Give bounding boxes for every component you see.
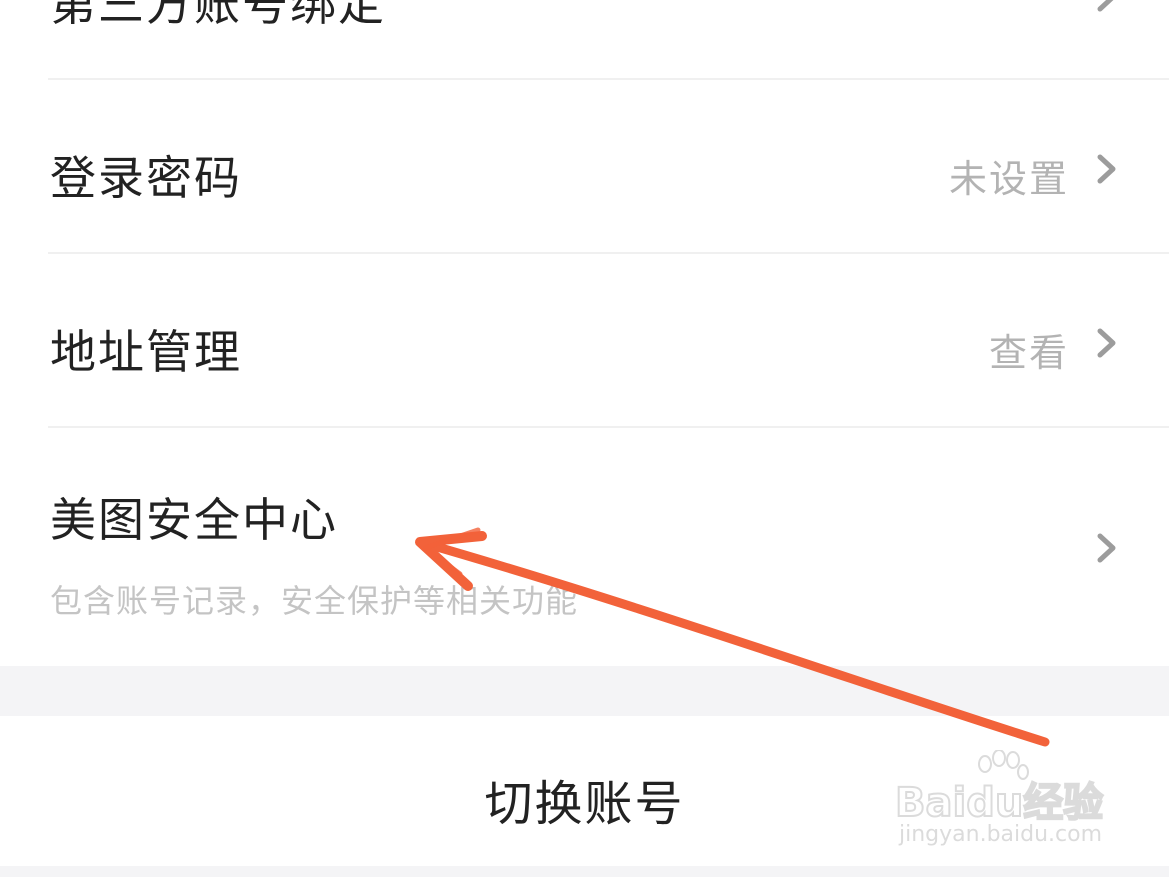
bottom-gap xyxy=(0,866,1169,877)
account-settings-screen: 第三方账号绑定 登录密码 未设置 地址管理 查看 美图安全中心 包含账号记录，安… xyxy=(0,0,1169,877)
settings-item-login-password[interactable]: 登录密码 未设置 xyxy=(0,80,1169,252)
watermark-brand: Baidu经验 xyxy=(894,779,1104,827)
settings-item-value: 未设置 xyxy=(948,157,1069,201)
settings-item-security-center[interactable]: 美图安全中心 包含账号记录，安全保护等相关功能 xyxy=(0,428,1169,666)
chevron-right-icon xyxy=(1097,0,1114,12)
watermark-url: jingyan.baidu.com xyxy=(899,822,1103,847)
settings-item-label: 第三方账号绑定 xyxy=(50,0,386,31)
settings-item-subtitle: 包含账号记录，安全保护等相关功能 xyxy=(50,582,579,620)
chevron-right-icon xyxy=(1097,533,1116,563)
settings-item-address-management[interactable]: 地址管理 查看 xyxy=(0,254,1169,426)
settings-item-third-party-binding[interactable]: 第三方账号绑定 xyxy=(0,0,1169,80)
settings-item-label: 登录密码 xyxy=(50,151,242,205)
settings-item-value: 查看 xyxy=(988,331,1069,375)
baidu-watermark: Baidu经验 jingyan.baidu.com xyxy=(894,750,1125,860)
chevron-right-icon xyxy=(1097,154,1116,184)
chevron-right-icon xyxy=(1097,328,1116,358)
settings-item-label: 美图安全中心 xyxy=(50,493,338,547)
section-gap xyxy=(0,666,1169,716)
settings-item-label: 地址管理 xyxy=(50,325,242,379)
